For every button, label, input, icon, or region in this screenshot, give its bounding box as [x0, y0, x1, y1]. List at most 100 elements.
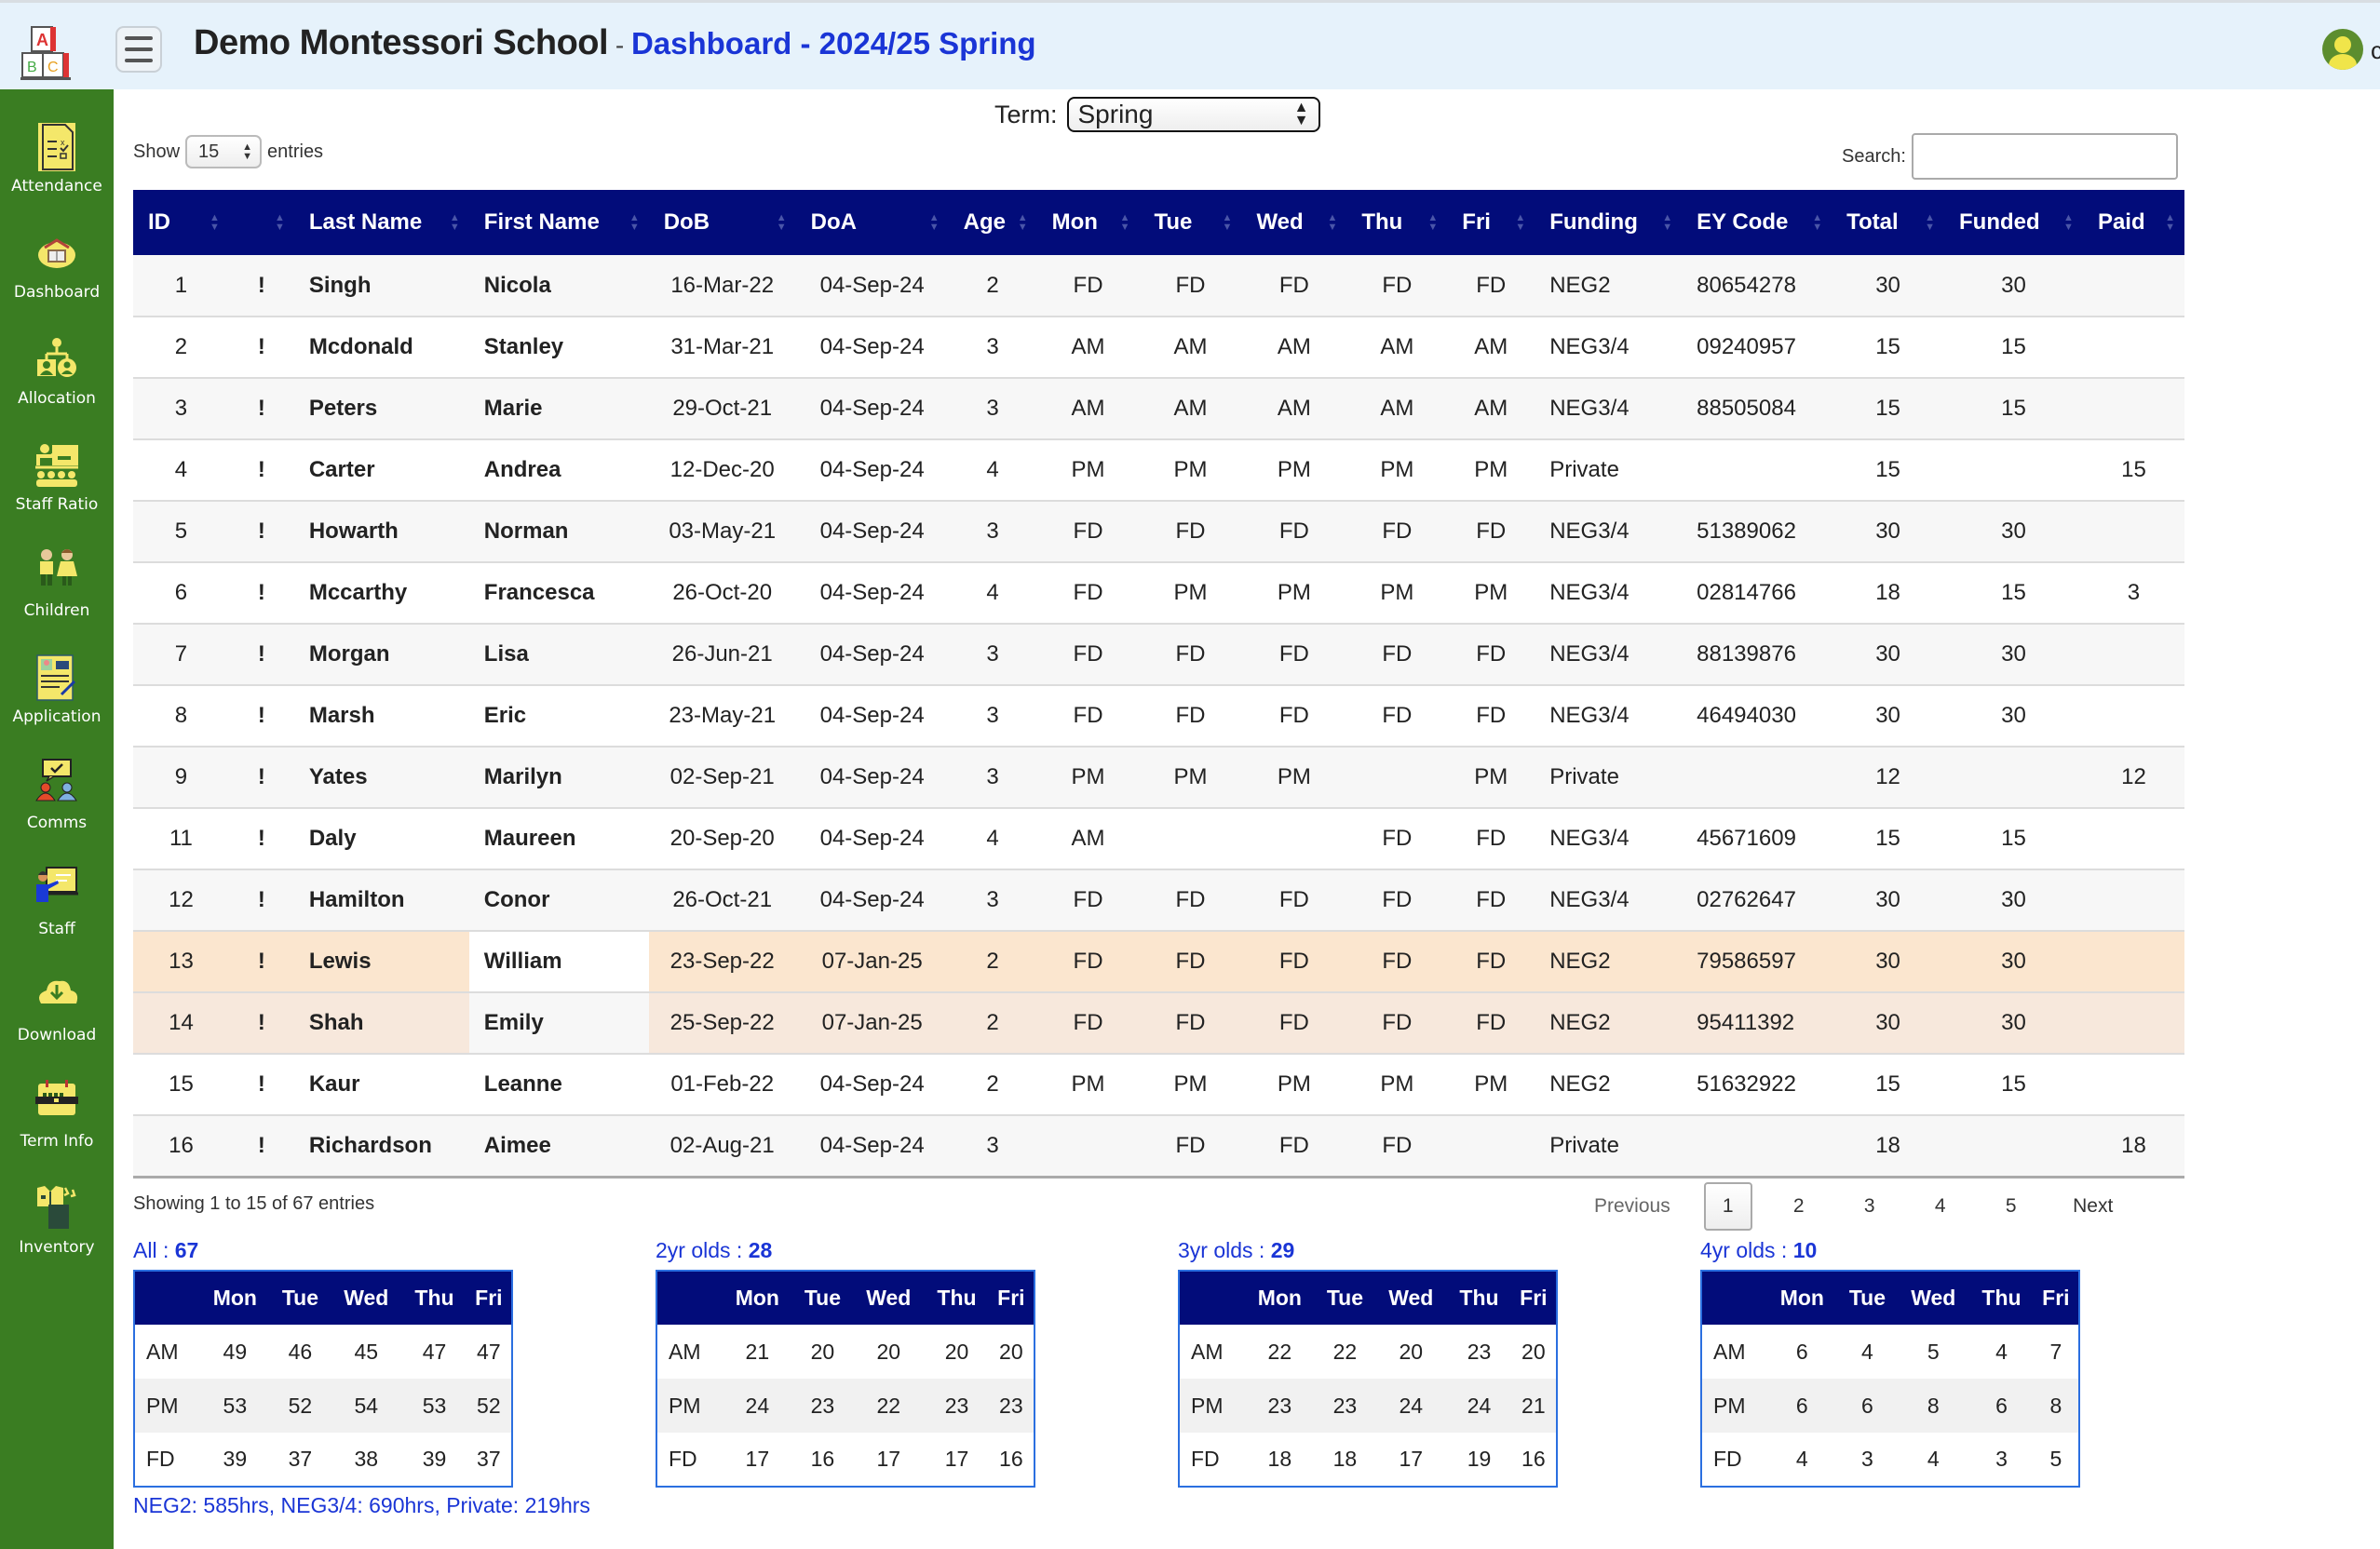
alert-icon[interactable]: !	[229, 931, 294, 992]
cell-first[interactable]: Stanley	[469, 317, 649, 378]
column-header-dob[interactable]: DoB ▲ ▼	[649, 190, 796, 255]
table-row[interactable]: 2! Mcdonald Stanley 31-Mar-21 04-Sep-24 3 AM AM…	[133, 317, 2184, 378]
alert-icon[interactable]: !	[229, 1115, 294, 1177]
column-header-doa[interactable]: DoA ▲ ▼	[796, 190, 949, 255]
table-row[interactable]: 15! Kaur Leanne 01-Feb-22 04-Sep-24 2 PM PM PM PM…	[133, 1054, 2184, 1115]
pagination-page-4[interactable]: 4	[1916, 1182, 1965, 1231]
cell-last[interactable]: Morgan	[294, 624, 469, 685]
cell-last[interactable]: Marsh	[294, 685, 469, 747]
column-header-last-name[interactable]: Last Name ▲ ▼	[294, 190, 469, 255]
cell-first[interactable]: Marie	[469, 378, 649, 439]
alert-icon[interactable]: !	[229, 562, 294, 624]
table-row[interactable]: 3! Peters Marie 29-Oct-21 04-Sep-24 3 AM AM AM AM…	[133, 378, 2184, 439]
pagination-previous[interactable]: Previous	[1594, 1182, 1670, 1231]
column-header-age[interactable]: Age ▲ ▼	[949, 190, 1037, 255]
alert-icon[interactable]: !	[229, 1054, 294, 1115]
column-header-paid[interactable]: Paid ▲ ▼	[2083, 190, 2184, 255]
column-header-wed[interactable]: Wed ▲ ▼	[1241, 190, 1346, 255]
alert-icon[interactable]: !	[229, 255, 294, 317]
sidebar-item-comms[interactable]: Comms	[0, 758, 114, 860]
sidebar-item-download[interactable]: Download	[0, 970, 114, 1072]
pagination-page-2[interactable]: 2	[1775, 1182, 1823, 1231]
cell-first[interactable]: Nicola	[469, 255, 649, 317]
cell-last[interactable]: Mcdonald	[294, 317, 469, 378]
alert-icon[interactable]: !	[229, 317, 294, 378]
cell-first[interactable]: Marilyn	[469, 747, 649, 808]
alert-icon[interactable]: !	[229, 501, 294, 562]
column-header-flag[interactable]: ▲ ▼	[229, 190, 294, 255]
cell-first[interactable]: Lisa	[469, 624, 649, 685]
cell-last[interactable]: Singh	[294, 255, 469, 317]
column-header-thu[interactable]: Thu ▲ ▼	[1346, 190, 1447, 255]
sidebar-item-staff-ratio[interactable]: Staff Ratio	[0, 439, 114, 542]
alert-icon[interactable]: !	[229, 378, 294, 439]
pagination-next[interactable]: Next	[2069, 1182, 2117, 1231]
column-header-funding[interactable]: Funding ▲ ▼	[1535, 190, 1682, 255]
alert-icon[interactable]: !	[229, 869, 294, 931]
table-row[interactable]: 12! Hamilton Conor 26-Oct-21 04-Sep-24 3 FD FD F…	[133, 869, 2184, 931]
table-row[interactable]: 8! Marsh Eric 23-May-21 04-Sep-24 3 FD FD FD FD FD…	[133, 685, 2184, 747]
cell-last[interactable]: Lewis	[294, 931, 469, 992]
search-input[interactable]	[1911, 133, 2178, 180]
column-header-funded[interactable]: Funded ▲ ▼	[1944, 190, 2083, 255]
sidebar-item-inventory[interactable]: Inventory	[0, 1182, 114, 1285]
cell-last[interactable]: Richardson	[294, 1115, 469, 1177]
sidebar-item-children[interactable]: Children	[0, 546, 114, 648]
cell-first[interactable]: Andrea	[469, 439, 649, 501]
table-row[interactable]: 6! Mccarthy Francesca 26-Oct-20 04-Sep-24 4 FD…	[133, 562, 2184, 624]
cell-first[interactable]: Emily	[468, 992, 649, 1054]
table-row[interactable]: 7! Morgan Lisa 26-Jun-21 04-Sep-24 3 FD FD FD FD F…	[133, 624, 2184, 685]
pagination-page-3[interactable]: 3	[1846, 1182, 1894, 1231]
column-header-ey-code[interactable]: EY Code ▲ ▼	[1682, 190, 1832, 255]
cell-first[interactable]: Francesca	[469, 562, 649, 624]
cell-last[interactable]: Shah	[294, 992, 469, 1054]
pagination-page-5[interactable]: 5	[1987, 1182, 2035, 1231]
cell-first[interactable]: Aimee	[469, 1115, 649, 1177]
alert-icon[interactable]: !	[229, 992, 294, 1054]
pagination-page-1[interactable]: 1	[1703, 1182, 1752, 1231]
cell-first[interactable]: Conor	[469, 869, 649, 931]
table-row[interactable]: 13! Lewis William 23-Sep-22 07-Jan-25 2 FD FD FD…	[133, 931, 2184, 992]
cell-last[interactable]: Yates	[294, 747, 469, 808]
user-avatar-icon[interactable]	[2322, 29, 2363, 70]
menu-toggle-button[interactable]	[115, 26, 162, 73]
cell-first[interactable]: William	[468, 931, 649, 992]
page-length-select[interactable]: 15 ▲ ▼	[185, 135, 263, 168]
alert-icon[interactable]: !	[229, 624, 294, 685]
table-row[interactable]: 4! Carter Andrea 12-Dec-20 04-Sep-24 4 PM PM PM P…	[133, 439, 2184, 501]
alert-icon[interactable]: !	[229, 685, 294, 747]
cell-last[interactable]: Kaur	[294, 1054, 469, 1115]
table-row[interactable]: 5! Howarth Norman 03-May-21 04-Sep-24 3 FD FD FD…	[133, 501, 2184, 562]
sidebar-item-attendance[interactable]: x Attendance	[0, 121, 114, 223]
cell-last[interactable]: Peters	[294, 378, 469, 439]
column-header-tue[interactable]: Tue ▲ ▼	[1140, 190, 1242, 255]
cell-first[interactable]: Norman	[469, 501, 649, 562]
sidebar-item-allocation[interactable]: Allocation	[0, 333, 114, 436]
table-row[interactable]: 16! Richardson Aimee 02-Aug-21 04-Sep-24 3 FD F…	[133, 1115, 2184, 1177]
term-select[interactable]: Spring ▲ ▼	[1066, 97, 1320, 132]
alert-icon[interactable]: !	[229, 439, 294, 501]
table-row[interactable]: 14! Shah Emily 25-Sep-22 07-Jan-25 2 FD FD FD FD F…	[133, 992, 2184, 1054]
sidebar-item-application[interactable]: Application	[0, 652, 114, 754]
alert-icon[interactable]: !	[229, 747, 294, 808]
alert-icon[interactable]: !	[229, 808, 294, 869]
column-header-total[interactable]: Total ▲ ▼	[1832, 190, 1944, 255]
cell-last[interactable]: Howarth	[294, 501, 469, 562]
cell-first[interactable]: Eric	[469, 685, 649, 747]
column-header-fri[interactable]: Fri ▲ ▼	[1447, 190, 1535, 255]
column-header-id[interactable]: ID ▲ ▼	[133, 190, 229, 255]
cell-last[interactable]: Mccarthy	[294, 562, 469, 624]
cell-first[interactable]: Maureen	[469, 808, 649, 869]
table-row[interactable]: 1! Singh Nicola 16-Mar-22 04-Sep-24 2 FD FD FD FD…	[133, 255, 2184, 317]
abc-blocks-logo-icon[interactable]: A B C	[19, 25, 82, 81]
user-name[interactable]: c	[2371, 36, 2380, 65]
column-header-mon[interactable]: Mon ▲ ▼	[1037, 190, 1140, 255]
column-header-first-name[interactable]: First Name ▲ ▼	[469, 190, 649, 255]
sidebar-item-dashboard[interactable]: Dashboard	[0, 227, 114, 330]
cell-first[interactable]: Leanne	[469, 1054, 649, 1115]
sidebar-item-staff[interactable]: Staff	[0, 864, 114, 966]
cell-last[interactable]: Hamilton	[294, 869, 469, 931]
table-row[interactable]: 11! Daly Maureen 20-Sep-20 04-Sep-24 4 AM FD FD N…	[133, 808, 2184, 869]
sidebar-item-term-info[interactable]: Term Info	[0, 1076, 114, 1179]
cell-last[interactable]: Daly	[294, 808, 469, 869]
